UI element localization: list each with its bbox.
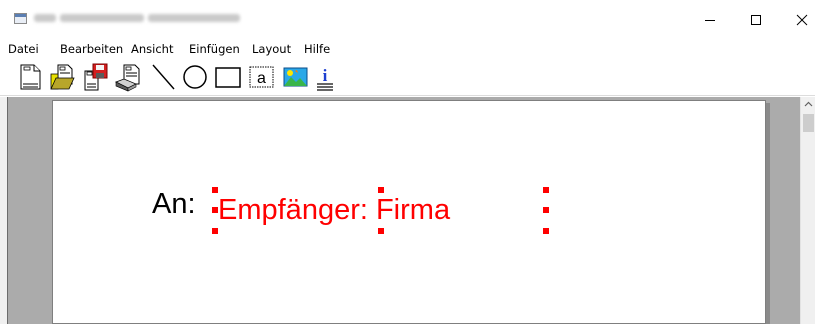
window-title-blurred — [34, 10, 244, 26]
page-shadow — [766, 103, 770, 324]
ellipse-tool-button[interactable] — [181, 60, 209, 92]
minimize-icon — [705, 20, 715, 21]
info-glyph: i — [323, 66, 328, 85]
print-button[interactable] — [114, 60, 142, 92]
recipient-company-field[interactable]: Empfänger: Firma — [212, 187, 549, 234]
menu-einfuegen[interactable]: Einfügen — [189, 42, 240, 56]
selection-handle-top-center[interactable] — [378, 187, 384, 193]
vertical-scrollbar[interactable] — [800, 97, 815, 324]
open-file-button[interactable] — [48, 60, 76, 92]
recipient-company-text: Empfänger: Firma — [218, 194, 451, 226]
menu-ansicht[interactable]: Ansicht — [131, 42, 173, 56]
image-icon — [283, 67, 308, 87]
print-icon — [115, 64, 140, 92]
selection-handle-bottom-left[interactable] — [212, 228, 218, 234]
close-icon — [796, 14, 808, 26]
toolbar: a i — [0, 60, 815, 96]
selection-handle-middle-right[interactable] — [543, 207, 549, 213]
app-window: Datei Bearbeiten Ansicht Einfügen Layout… — [0, 0, 815, 324]
scroll-thumb[interactable] — [803, 114, 814, 132]
new-document-button[interactable] — [17, 60, 45, 92]
text-field-icon: a — [249, 66, 274, 88]
menu-layout[interactable]: Layout — [252, 42, 291, 56]
rectangle-tool-icon — [215, 67, 241, 88]
scroll-up-button[interactable] — [801, 97, 815, 112]
maximize-icon — [751, 15, 761, 25]
text-field-button[interactable]: a — [248, 60, 276, 92]
line-tool-icon — [152, 64, 175, 90]
title-bar — [0, 0, 815, 38]
menu-bearbeiten[interactable]: Bearbeiten — [60, 42, 123, 56]
menu-bar: Datei Bearbeiten Ansicht Einfügen Layout… — [0, 40, 815, 59]
ruler-edge — [0, 97, 8, 324]
window-app-icon — [14, 13, 27, 24]
menu-hilfe[interactable]: Hilfe — [304, 42, 330, 56]
open-file-icon — [50, 64, 75, 90]
info-data-field-button[interactable]: i — [313, 60, 341, 92]
ellipse-tool-icon — [183, 65, 207, 89]
minimize-button[interactable] — [687, 0, 733, 38]
menu-datei[interactable]: Datei — [8, 42, 39, 56]
new-document-icon — [20, 64, 41, 90]
text-tool-glyph: a — [257, 70, 266, 87]
recipient-label[interactable]: An: — [152, 188, 196, 221]
chevron-up-icon — [804, 101, 813, 107]
save-button[interactable] — [82, 60, 110, 92]
save-icon — [84, 63, 108, 91]
selection-handle-top-right[interactable] — [543, 187, 549, 193]
maximize-button[interactable] — [733, 0, 779, 38]
selection-handle-bottom-center[interactable] — [378, 228, 384, 234]
image-button[interactable] — [282, 60, 310, 92]
line-tool-button[interactable] — [150, 60, 178, 92]
close-button[interactable] — [779, 0, 815, 38]
selection-handle-middle-left[interactable] — [212, 207, 218, 213]
info-data-field-icon: i — [317, 66, 333, 91]
selection-handle-top-left[interactable] — [212, 187, 218, 193]
selection-handle-bottom-right[interactable] — [543, 228, 549, 234]
rectangle-tool-button[interactable] — [214, 60, 242, 92]
